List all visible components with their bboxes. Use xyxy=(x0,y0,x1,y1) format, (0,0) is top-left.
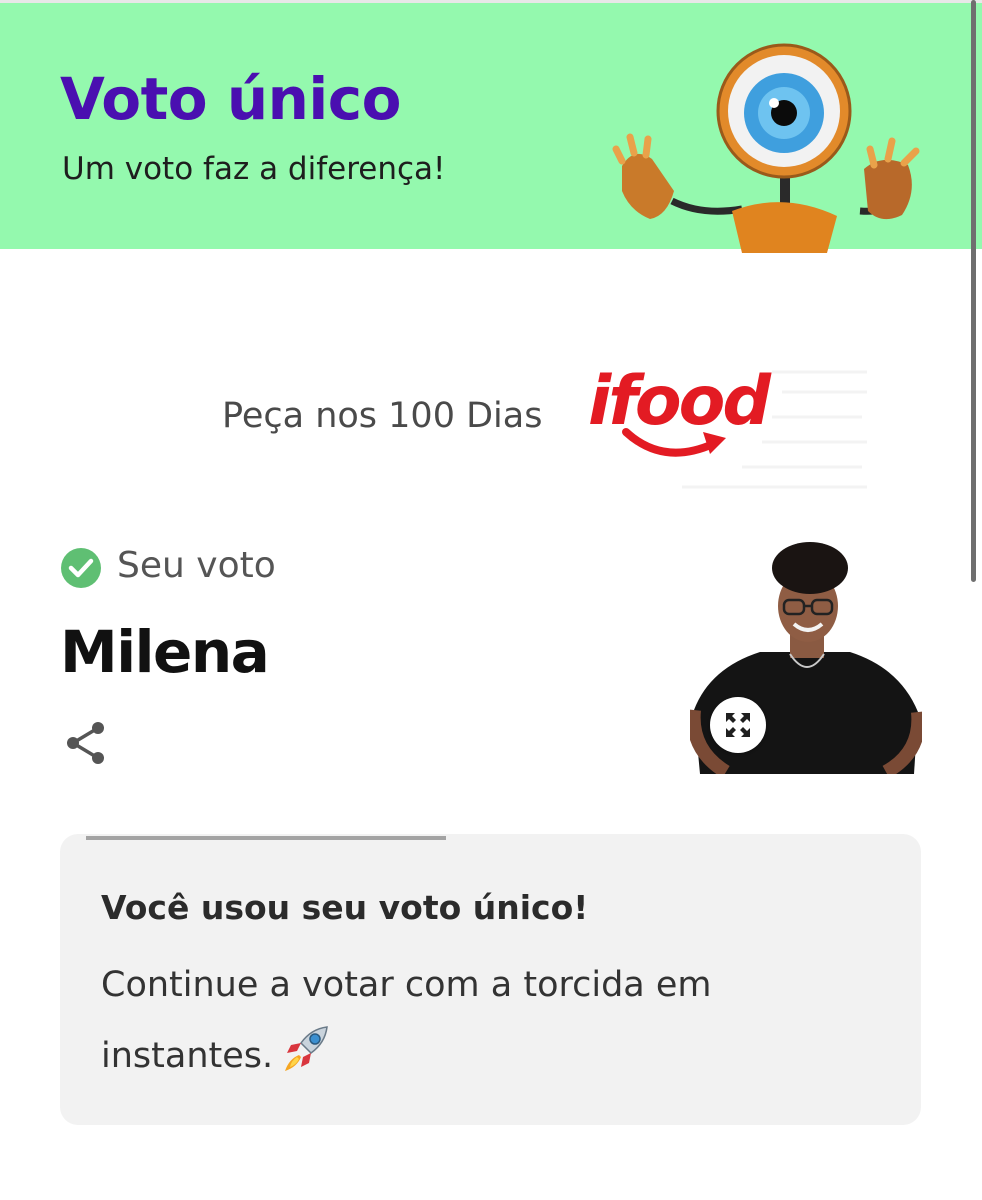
ifood-smile-arrow-icon xyxy=(622,428,726,457)
sponsor-text: Peça nos 100 Dias xyxy=(222,396,543,436)
notice-title: Você usou seu voto único! xyxy=(101,888,589,927)
scrollbar[interactable] xyxy=(971,0,976,582)
check-circle-icon xyxy=(61,548,101,588)
expand-photo-button[interactable] xyxy=(710,697,766,753)
share-icon[interactable] xyxy=(64,720,108,766)
notice-progress-bar xyxy=(86,836,446,840)
header-banner: Voto único Um voto faz a diferença! xyxy=(0,3,982,253)
page-subtitle: Um voto faz a diferença! xyxy=(62,151,446,187)
notice-body-text: Continue a votar com a torcida em instan… xyxy=(101,965,712,1076)
vote-status-label: Seu voto xyxy=(117,545,276,586)
candidate-name: Milena xyxy=(60,618,270,686)
ifood-logo: ifood xyxy=(582,362,877,497)
rocket-icon xyxy=(285,1026,328,1071)
big-brother-eye-mascot-icon xyxy=(612,43,920,253)
page-title: Voto único xyxy=(60,65,402,133)
notice-body: Continue a votar com a torcida em instan… xyxy=(101,950,841,1092)
expand-icon xyxy=(726,713,750,737)
